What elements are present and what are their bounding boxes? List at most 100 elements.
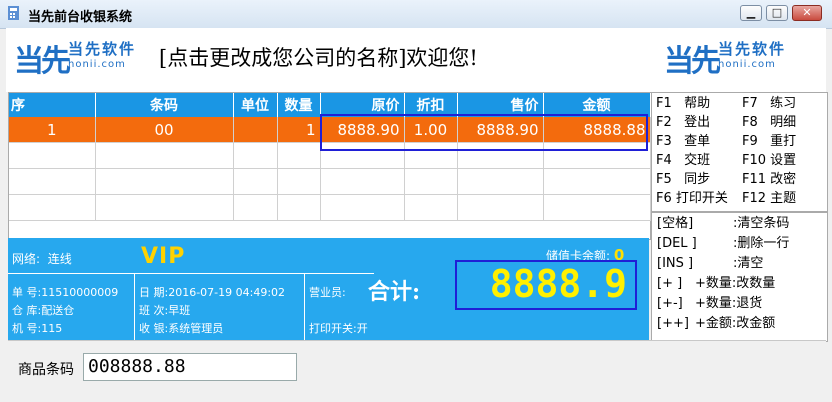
fkey-code: F4 xyxy=(656,153,672,168)
col-header-index[interactable]: 序 xyxy=(9,93,96,117)
minimize-button[interactable]: ▁ xyxy=(740,5,762,21)
fkey-label: 打印开关 xyxy=(675,191,728,206)
total-box: 8888.9 xyxy=(455,260,637,310)
fkey-f11[interactable]: F11 改密 xyxy=(742,171,796,188)
cell-barcode[interactable]: 00 xyxy=(95,117,234,143)
total-label: 合计: xyxy=(368,279,421,305)
fkey-label: 查单 xyxy=(684,134,711,149)
shortcut-item: [+ ] +数量:改数量 xyxy=(657,275,822,293)
logo-mark-right-text: 当先 xyxy=(664,44,721,79)
function-keys-panel: F1 帮助 F7 练习 F2 登出 F8 明细 F3 查单 F9 重打 F4 交… xyxy=(651,92,828,212)
shortcut-item: [INS ]:清空 xyxy=(657,255,822,273)
fkey-code: F11 xyxy=(742,172,767,187)
warehouse-value: 配送仓 xyxy=(41,304,75,317)
barcode-input[interactable]: 008888.88 xyxy=(83,353,297,381)
fkey-f1[interactable]: F1 帮助 xyxy=(656,95,710,112)
fkey-code: F5 xyxy=(656,172,672,187)
print-switch[interactable]: 打印开关:开 xyxy=(309,320,373,336)
shortcut-desc: +数量:退货 xyxy=(695,296,763,311)
clerk-label: 营业员: xyxy=(309,286,346,299)
fkey-code: F10 xyxy=(742,153,767,168)
shortcut-item: [空格]:清空条码 xyxy=(657,215,822,233)
col-header-unit[interactable]: 单位 xyxy=(233,93,278,117)
barcode-bar: 商品条码 008888.88 xyxy=(8,340,826,397)
shift-value: 早班 xyxy=(168,304,191,317)
cashier-value: 系统管理员 xyxy=(168,322,224,335)
fkey-f8[interactable]: F8 明细 xyxy=(742,114,796,131)
warehouse-label: 仓 库: xyxy=(12,304,42,317)
app-icon xyxy=(8,6,19,20)
fkey-f3[interactable]: F3 查单 xyxy=(656,133,710,150)
fkey-code: F6 xyxy=(656,191,672,206)
date-value: 2016-07-19 04:49:02 xyxy=(168,286,286,299)
clerk: 营业员: xyxy=(309,284,346,300)
logo-domain: honii.com xyxy=(68,59,126,70)
fkey-code: F9 xyxy=(742,134,758,149)
fkey-label: 改密 xyxy=(770,172,797,187)
divider xyxy=(304,273,305,340)
barcode-label: 商品条码 xyxy=(18,362,74,378)
date: 日 期:2016-07-19 04:49:02 xyxy=(139,284,285,300)
cashier: 收 银:系统管理员 xyxy=(139,320,223,336)
shortcut-item: [DEL ]:删除一行 xyxy=(657,235,822,253)
fkey-f7[interactable]: F7 练习 xyxy=(742,95,796,112)
shortcut-help-panel: [空格]:清空条码 [DEL ]:删除一行 [INS ]:清空 [+ ] +数量:… xyxy=(651,212,828,342)
fkey-code: F12 xyxy=(742,191,767,206)
shortcut-key: [++] xyxy=(657,316,689,331)
order-no-label: 单 号: xyxy=(12,286,42,299)
close-button[interactable]: ✕ xyxy=(792,5,822,21)
table-row-empty[interactable] xyxy=(9,168,651,195)
cell-qty[interactable]: 1 xyxy=(277,117,321,143)
fkey-code: F1 xyxy=(656,96,672,111)
date-label: 日 期: xyxy=(139,286,169,299)
col-header-barcode[interactable]: 条码 xyxy=(95,93,234,117)
machine-no: 机 号:115 xyxy=(12,320,62,336)
fkey-code: F7 xyxy=(742,96,758,111)
shortcut-desc: +金额:改金额 xyxy=(695,316,776,331)
fkey-label: 同步 xyxy=(684,172,711,187)
shortcut-desc: +数量:改数量 xyxy=(695,276,776,291)
fkey-label: 登出 xyxy=(684,115,711,130)
company-welcome-link[interactable]: [点击更改成您公司的名称]欢迎您! xyxy=(159,42,478,72)
col-header-qty[interactable]: 数量 xyxy=(277,93,321,117)
order-no: 单 号:11510000009 xyxy=(12,284,118,300)
logo-left: 当先 当先软件 honii.com xyxy=(14,36,159,80)
shortcut-key: [空格] xyxy=(657,216,694,231)
shortcut-key: [+ ] xyxy=(657,276,683,291)
fkey-code: F8 xyxy=(742,115,758,130)
table-row-empty[interactable] xyxy=(9,194,651,221)
logo-mark-text: 当先 xyxy=(14,44,71,79)
machine-value: 115 xyxy=(41,322,63,335)
vip-badge[interactable]: VIP xyxy=(141,244,185,269)
shortcut-desc: :删除一行 xyxy=(733,236,790,251)
network-value: 连线 xyxy=(47,252,72,266)
cashier-label: 收 银: xyxy=(139,322,169,335)
header-banner: 当先 当先软件 honii.com [点击更改成您公司的名称]欢迎您! 当先 当… xyxy=(6,28,826,92)
order-no-value: 11510000009 xyxy=(41,286,119,299)
fkey-label: 明细 xyxy=(770,115,797,130)
logo-domain-right: honii.com xyxy=(718,59,776,70)
cell-index[interactable]: 1 xyxy=(9,117,96,143)
fkey-code: F3 xyxy=(656,134,672,149)
cashier-window: 当先前台收银系统 ▁ □ ✕ 当先 当先软件 honii.com [点击更改成您… xyxy=(0,0,832,402)
machine-label: 机 号: xyxy=(12,322,42,335)
fkey-f6[interactable]: F6 打印开关 xyxy=(656,190,728,207)
fkey-f2[interactable]: F2 登出 xyxy=(656,114,710,131)
shortcut-desc: :清空 xyxy=(733,256,764,271)
total-value: 8888.9 xyxy=(489,262,627,306)
fkey-f10[interactable]: F10 设置 xyxy=(742,152,796,169)
fkey-f9[interactable]: F9 重打 xyxy=(742,133,796,150)
fkey-label: 帮助 xyxy=(684,96,711,111)
divider xyxy=(134,273,135,340)
fkey-f5[interactable]: F5 同步 xyxy=(656,171,710,188)
price-highlight-box xyxy=(320,114,648,151)
fkey-label: 练习 xyxy=(770,96,797,111)
cell-unit[interactable] xyxy=(233,117,278,143)
fkey-f12[interactable]: F12 主题 xyxy=(742,190,796,207)
fkey-label: 设置 xyxy=(770,153,797,168)
fkey-code: F2 xyxy=(656,115,672,130)
maximize-button[interactable]: □ xyxy=(766,5,788,21)
window-title: 当先前台收银系统 xyxy=(28,10,133,25)
fkey-f4[interactable]: F4 交班 xyxy=(656,152,710,169)
divider xyxy=(8,273,374,274)
